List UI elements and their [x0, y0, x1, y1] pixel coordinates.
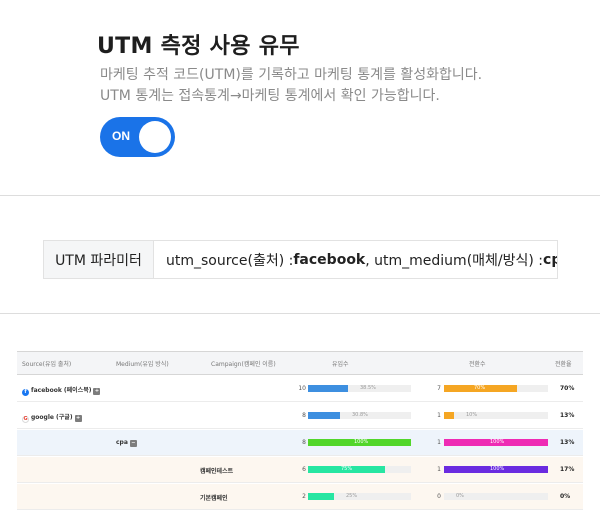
conversions-percent-label: 70% — [474, 385, 486, 391]
source-name-cell[interactable]: f facebook (페이스북) + — [22, 385, 101, 396]
table-row: 기본캠페인 2 25% 0 0% 0% — [17, 484, 583, 510]
visits-count: 8 — [302, 412, 306, 419]
collapse-icon[interactable]: − — [129, 440, 137, 447]
visits-percent-label: 75% — [341, 466, 353, 472]
conversions-count: 7 — [437, 385, 441, 392]
conversion-rate: 13% — [560, 412, 575, 419]
visits-bar-fill — [308, 412, 340, 419]
utm-parameter-section: UTM 파라미터 utm_source(출처) : facebook , utm… — [0, 196, 600, 314]
utm-parameter-row: UTM 파라미터 utm_source(출처) : facebook , utm… — [43, 240, 558, 279]
description-line-2: UTM 통계는 접속통계→마케팅 통계에서 확인 가능합니다. — [100, 88, 440, 104]
section-description: 마케팅 추적 코드(UTM)를 기록하고 마케팅 통계를 활성화합니다. UTM… — [100, 65, 482, 107]
visits-bar-track: 100% — [308, 439, 411, 446]
campaign-name-cell[interactable]: 기본캠페인 — [200, 493, 228, 502]
source-label: facebook (페이스북) — [31, 387, 92, 394]
utm-parameter-label: UTM 파라미터 — [44, 241, 154, 278]
campaign-label: 기본캠페인 — [200, 495, 228, 502]
campaign-name-cell[interactable]: 캠페인테스트 — [200, 466, 233, 475]
utm-source-key: utm_source(출처) : — [166, 252, 294, 269]
visits-percent-label: 25% — [346, 493, 358, 499]
expand-icon[interactable]: + — [74, 415, 82, 422]
conversions-bar-track: 10% — [444, 412, 548, 419]
conversions-bar-track: 0% — [444, 493, 548, 500]
campaign-label: 캠페인테스트 — [200, 468, 234, 475]
source-name-cell[interactable]: Ggoogle (구글) + — [22, 412, 82, 423]
utm-source-value: facebook — [293, 251, 366, 268]
visits-count: 2 — [302, 493, 306, 500]
conversions-percent-label: 0% — [456, 493, 464, 499]
visits-count: 6 — [302, 466, 306, 473]
utm-parameter-value: utm_source(출처) : facebook , utm_medium(매… — [154, 241, 557, 278]
section-title: UTM 측정 사용 유무 — [97, 34, 300, 59]
visits-bar-fill — [308, 493, 334, 500]
utm-medium-value: cpc — [543, 251, 557, 268]
utm-toggle-switch[interactable]: ON — [100, 117, 175, 157]
header-rate: 전환율 — [555, 361, 572, 368]
medium-label: cpa — [116, 439, 128, 446]
conversions-bar-fill — [444, 412, 454, 419]
table-row: cpa − 8 100% 1 100% 13% — [17, 430, 583, 456]
visits-bar-track: 25% — [308, 493, 411, 500]
visits-bar-track: 75% — [308, 466, 411, 473]
conversion-rate: 0% — [560, 493, 571, 500]
utm-medium-key: , utm_medium(매체/방식) : — [365, 252, 544, 269]
visits-percent-label: 30.8% — [352, 412, 368, 418]
visits-count: 8 — [302, 439, 306, 446]
conversions-percent-label: 100% — [490, 439, 505, 445]
header-medium: Medium(유입 방식) — [116, 361, 169, 368]
toggle-label: ON — [112, 129, 130, 143]
header-source: Source(유입 출처) — [22, 361, 72, 368]
medium-name-cell[interactable]: cpa − — [116, 439, 137, 447]
conversion-rate: 70% — [560, 385, 575, 392]
source-label: google (구글) — [31, 414, 73, 421]
conversions-count: 1 — [437, 412, 441, 419]
conversions-count: 0 — [437, 493, 441, 500]
visits-count: 10 — [298, 385, 306, 392]
conversions-bar-track: 100% — [444, 466, 548, 473]
table-row: f facebook (페이스북) +10 38.5% 7 70% 70% — [17, 376, 583, 402]
header-visits: 유입수 — [332, 361, 349, 368]
conversions-bar-track: 100% — [444, 439, 548, 446]
header-campaign: Campaign(캠페인 이름) — [211, 361, 276, 368]
description-line-1: 마케팅 추적 코드(UTM)를 기록하고 마케팅 통계를 활성화합니다. — [100, 67, 483, 83]
conversion-rate: 13% — [560, 439, 575, 446]
table-row: 캠페인테스트 6 75% 1 100% 17% — [17, 457, 583, 483]
conversions-count: 1 — [437, 466, 441, 473]
visits-bar-track: 30.8% — [308, 412, 411, 419]
visits-percent-label: 38.5% — [360, 385, 376, 391]
conversions-percent-label: 100% — [490, 466, 505, 472]
conversions-percent-label: 10% — [466, 412, 478, 418]
header-conversions: 전환수 — [469, 361, 486, 368]
visits-percent-label: 100% — [354, 439, 369, 445]
table-header: Source(유입 출처) Medium(유입 방식) Campaign(캠페인… — [17, 351, 583, 375]
toggle-knob — [139, 121, 171, 153]
facebook-icon: f — [22, 389, 29, 396]
conversion-rate: 17% — [560, 466, 575, 473]
table-row: Ggoogle (구글) +8 30.8% 1 10% 13% — [17, 403, 583, 429]
visits-bar-track: 38.5% — [308, 385, 411, 392]
visits-bar-fill — [308, 385, 348, 392]
utm-usage-section: UTM 측정 사용 유무 마케팅 추적 코드(UTM)를 기록하고 마케팅 통계… — [0, 0, 600, 196]
conversions-count: 1 — [437, 439, 441, 446]
expand-icon[interactable]: + — [93, 388, 101, 395]
conversions-bar-track: 70% — [444, 385, 548, 392]
google-icon: G — [22, 416, 29, 423]
utm-stats-table: Source(유입 출처) Medium(유입 방식) Campaign(캠페인… — [17, 351, 583, 532]
